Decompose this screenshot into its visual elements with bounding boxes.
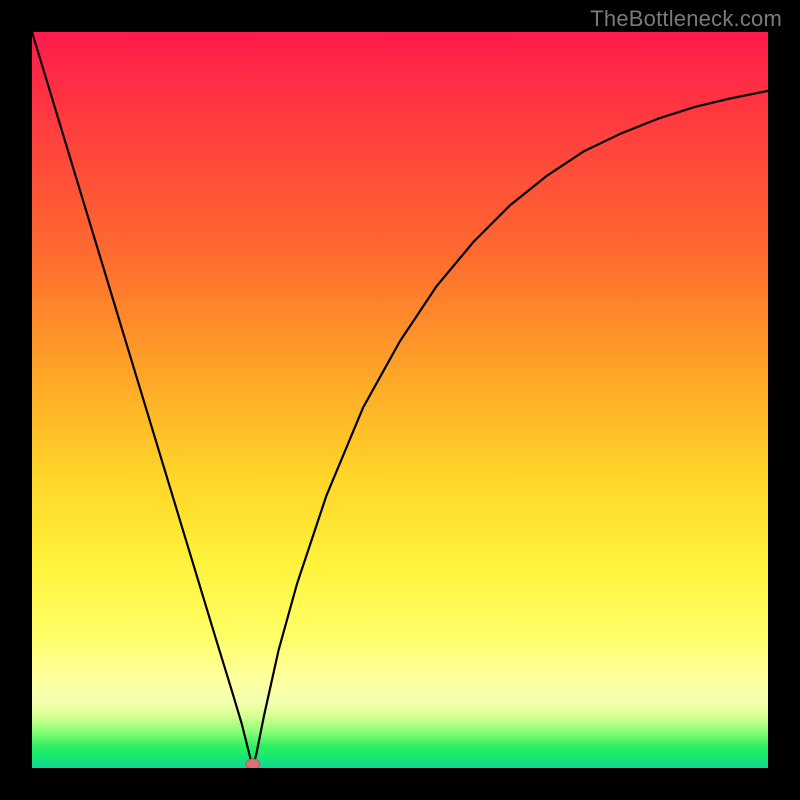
curve-layer	[32, 32, 768, 768]
plot-area	[32, 32, 768, 768]
chart-frame: TheBottleneck.com	[0, 0, 800, 800]
min-marker	[246, 759, 260, 768]
bottleneck-curve	[32, 32, 768, 768]
watermark-text: TheBottleneck.com	[590, 6, 782, 32]
